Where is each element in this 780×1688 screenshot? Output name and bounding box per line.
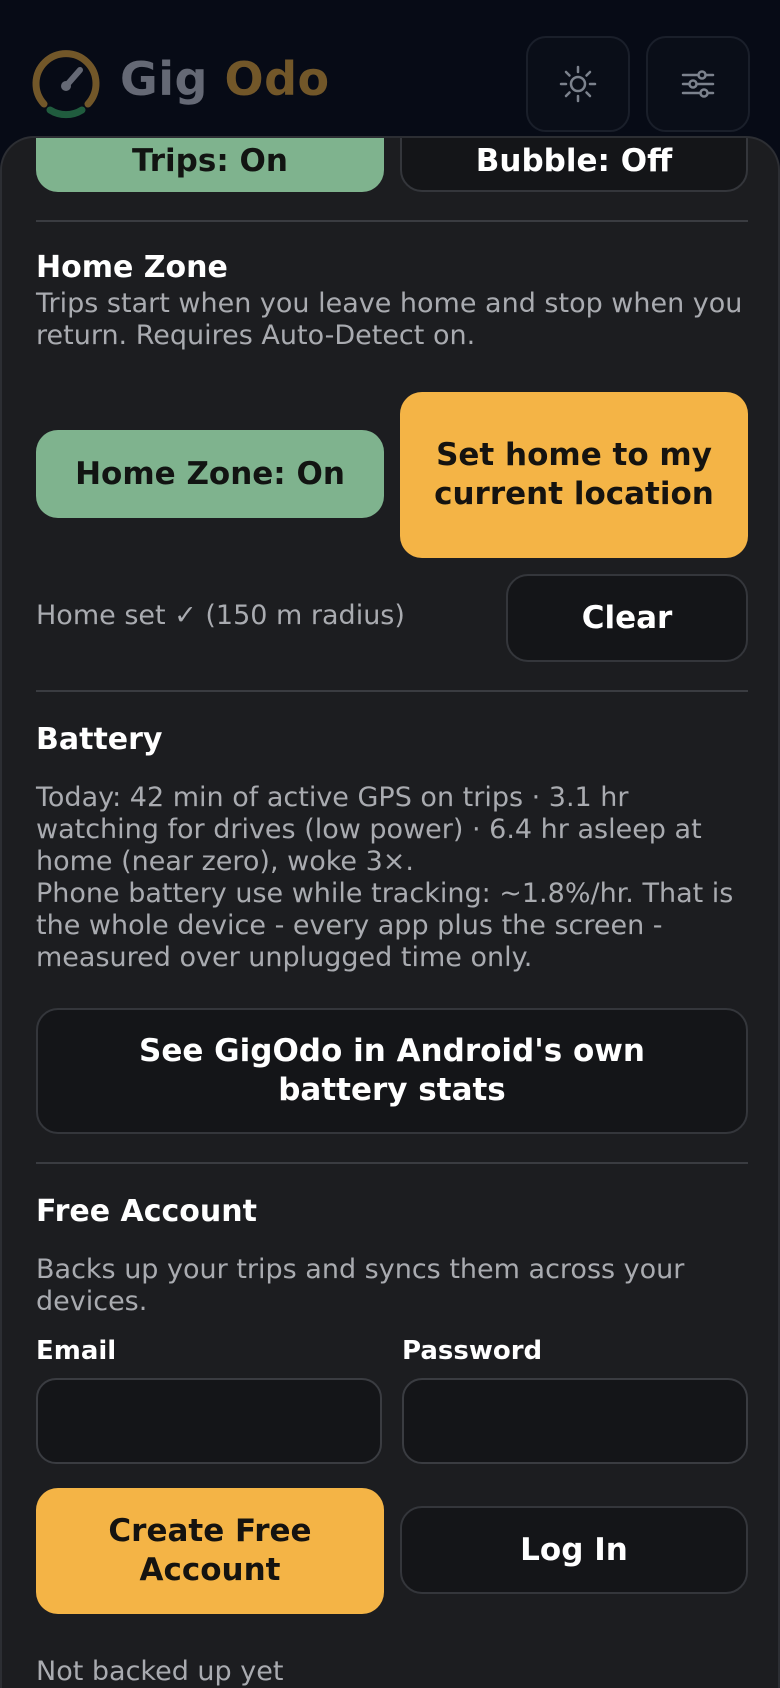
home-zone-description: Trips start when you leave home and stop… — [36, 288, 743, 351]
sun-icon — [559, 65, 597, 103]
settings-button[interactable] — [646, 36, 750, 132]
backup-status-text: Not backed up yet — [36, 1656, 284, 1687]
trips-toggle-button[interactable]: Trips: On — [36, 138, 384, 192]
section-divider — [36, 220, 748, 222]
brand-part-odo: Odo — [224, 52, 330, 106]
account-description: Backs up your trips and syncs them acros… — [36, 1254, 685, 1317]
battery-title: Battery — [36, 722, 163, 757]
password-label: Password — [402, 1336, 543, 1366]
battery-stats-button[interactable]: See GigOdo in Android's own battery stat… — [36, 1008, 748, 1134]
home-status-text: Home set ✓ (150 m radius) — [36, 600, 405, 631]
set-home-button[interactable]: Set home to my current location — [400, 392, 748, 558]
sliders-icon — [681, 70, 715, 98]
email-label: Email — [36, 1336, 117, 1366]
section-divider — [36, 1162, 748, 1164]
section-divider — [36, 690, 748, 692]
battery-today-summary: Today: 42 min of active GPS on trips · 3… — [36, 782, 702, 877]
login-button[interactable]: Log In — [400, 1506, 748, 1594]
settings-sheet: Trips: On Bubble: Off Home Zone Trips st… — [0, 136, 780, 1688]
battery-usage-note: Phone battery use while tracking: ~1.8%/… — [36, 878, 734, 973]
password-field[interactable] — [402, 1378, 748, 1464]
app-brand: Gig Odo — [120, 52, 330, 106]
theme-toggle-button[interactable] — [526, 36, 630, 132]
account-title: Free Account — [36, 1194, 257, 1229]
home-zone-title: Home Zone — [36, 250, 228, 285]
clear-home-button[interactable]: Clear — [506, 574, 748, 662]
bubble-toggle-button[interactable]: Bubble: Off — [400, 138, 748, 192]
email-field[interactable] — [36, 1378, 382, 1464]
speedometer-gauge-icon — [32, 50, 100, 119]
brand-part-gig: Gig — [120, 52, 208, 106]
home-zone-toggle-button[interactable]: Home Zone: On — [36, 430, 384, 518]
create-account-button[interactable]: Create Free Account — [36, 1488, 384, 1614]
